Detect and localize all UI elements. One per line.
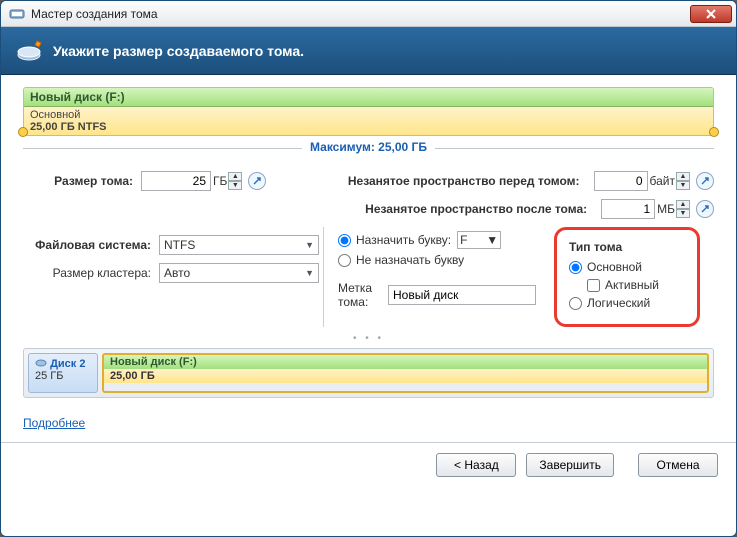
- disk-panel: Диск 2 25 ГБ Новый диск (F:) 25,00 ГБ: [23, 348, 714, 398]
- space-before-spinner[interactable]: байт ▲ ▼: [594, 171, 690, 191]
- details-link[interactable]: Подробнее: [23, 416, 85, 430]
- active-checkbox[interactable]: [587, 279, 600, 292]
- disk-wizard-icon: [15, 37, 43, 65]
- letter-value: F: [460, 233, 467, 247]
- disk-size: 25 ГБ: [35, 370, 63, 382]
- volume-size-spinner[interactable]: ГБ ▲ ▼: [141, 171, 242, 191]
- volume-bar: Новый диск (F:) Основной 25,00 ГБ NTFS: [23, 87, 714, 136]
- fs-value: NTFS: [164, 238, 195, 252]
- disk-name: Диск 2: [50, 358, 85, 370]
- volume-size-help-button[interactable]: [248, 172, 266, 190]
- size-row: Размер тома: ГБ ▲ ▼ Незанятое пространст…: [23, 171, 714, 191]
- assign-letter-radio[interactable]: [338, 234, 351, 247]
- cluster-dropdown[interactable]: Авто ▼: [159, 263, 319, 283]
- close-button[interactable]: [690, 5, 732, 23]
- space-after-label: Незанятое пространство после тома:: [365, 202, 595, 216]
- logical-label: Логический: [587, 296, 650, 310]
- primary-row[interactable]: Основной: [569, 260, 685, 274]
- fs-label: Файловая система:: [23, 238, 159, 252]
- space-after-spinner[interactable]: МБ ▲ ▼: [601, 199, 690, 219]
- assign-letter-row[interactable]: Назначить букву: F ▼: [338, 231, 536, 249]
- primary-label: Основной: [587, 260, 642, 274]
- letter-dropdown[interactable]: F ▼: [457, 231, 501, 249]
- finish-button[interactable]: Завершить: [526, 453, 614, 477]
- resize-handle[interactable]: • • •: [23, 333, 714, 344]
- disk-vol-name: Новый диск (F:): [104, 355, 707, 369]
- app-icon: [9, 6, 25, 22]
- volume-details: Основной 25,00 ГБ NTFS: [24, 107, 713, 135]
- window-title: Мастер создания тома: [31, 7, 690, 21]
- volume-size-unit: ГБ: [213, 174, 227, 188]
- volume-type-line: Основной: [30, 109, 80, 121]
- options-grid: Файловая система: NTFS ▼ Размер кластера…: [23, 227, 714, 327]
- options-col1: Файловая система: NTFS ▼ Размер кластера…: [23, 227, 323, 327]
- space-before-unit: байт: [650, 174, 675, 188]
- assign-letter-label: Назначить букву:: [356, 233, 451, 247]
- cluster-value: Авто: [164, 266, 190, 280]
- active-row[interactable]: Активный: [587, 278, 685, 292]
- spin-down-icon[interactable]: ▼: [676, 181, 690, 190]
- volume-type-header: Тип тома: [569, 240, 685, 254]
- fs-dropdown[interactable]: NTFS ▼: [159, 235, 319, 255]
- logical-row[interactable]: Логический: [569, 296, 685, 310]
- logical-radio[interactable]: [569, 297, 582, 310]
- slider-track[interactable]: [23, 132, 714, 140]
- spin-up-icon[interactable]: ▲: [676, 200, 690, 209]
- no-letter-label: Не назначать букву: [356, 253, 464, 267]
- spin-up-icon[interactable]: ▲: [676, 172, 690, 181]
- chevron-down-icon: ▼: [486, 233, 498, 247]
- slider-handle-left[interactable]: [18, 127, 28, 137]
- arrow-icon: [700, 176, 710, 186]
- wizard-window: Мастер создания тома Укажите размер созд…: [0, 0, 737, 537]
- chevron-down-icon: ▼: [305, 240, 314, 250]
- active-label: Активный: [605, 278, 659, 292]
- volume-type-group: Тип тома Основной Активный Логический: [554, 227, 700, 327]
- spin-up-icon[interactable]: ▲: [228, 172, 242, 181]
- footer: < Назад Завершить Отмена: [1, 442, 736, 477]
- cluster-label: Размер кластера:: [23, 266, 159, 280]
- volume-label-input[interactable]: [388, 285, 536, 305]
- max-line: Максимум: 25,00 ГБ: [23, 148, 714, 163]
- disk-vol-size: 25,00 ГБ: [104, 369, 707, 383]
- space-before-input[interactable]: [594, 171, 648, 191]
- titlebar: Мастер создания тома: [1, 1, 736, 27]
- space-after-help-button[interactable]: [696, 200, 714, 218]
- space-after-row: Незанятое пространство после тома: МБ ▲ …: [23, 199, 714, 219]
- disk-icon: [35, 358, 47, 368]
- cancel-button[interactable]: Отмена: [638, 453, 718, 477]
- spin-down-icon[interactable]: ▼: [228, 181, 242, 190]
- volume-size-label: Размер тома:: [23, 174, 141, 188]
- chevron-down-icon: ▼: [305, 268, 314, 278]
- volume-label-label: Метка тома:: [338, 281, 382, 309]
- space-before-help-button[interactable]: [696, 172, 714, 190]
- space-after-unit: МБ: [657, 202, 675, 216]
- volume-size-input[interactable]: [141, 171, 211, 191]
- space-after-input[interactable]: [601, 199, 655, 219]
- no-letter-radio[interactable]: [338, 254, 351, 267]
- no-letter-row[interactable]: Не назначать букву: [338, 253, 536, 267]
- options-col2: Назначить букву: F ▼ Не назначать букву …: [323, 227, 714, 327]
- disk-volume[interactable]: Новый диск (F:) 25,00 ГБ: [102, 353, 709, 393]
- space-before-label: Незанятое пространство перед томом:: [348, 174, 588, 188]
- arrow-icon: [252, 176, 262, 186]
- volume-name: Новый диск (F:): [24, 88, 713, 107]
- banner: Укажите размер создаваемого тома.: [1, 27, 736, 75]
- disk-info[interactable]: Диск 2 25 ГБ: [28, 353, 98, 393]
- back-button[interactable]: < Назад: [436, 453, 516, 477]
- slider-handle-right[interactable]: [709, 127, 719, 137]
- spin-down-icon[interactable]: ▼: [676, 209, 690, 218]
- close-icon: [706, 9, 716, 19]
- banner-text: Укажите размер создаваемого тома.: [53, 43, 304, 59]
- max-label: Максимум: 25,00 ГБ: [302, 140, 435, 154]
- primary-radio[interactable]: [569, 261, 582, 274]
- content-area: Новый диск (F:) Основной 25,00 ГБ NTFS М…: [1, 75, 736, 430]
- arrow-icon: [700, 204, 710, 214]
